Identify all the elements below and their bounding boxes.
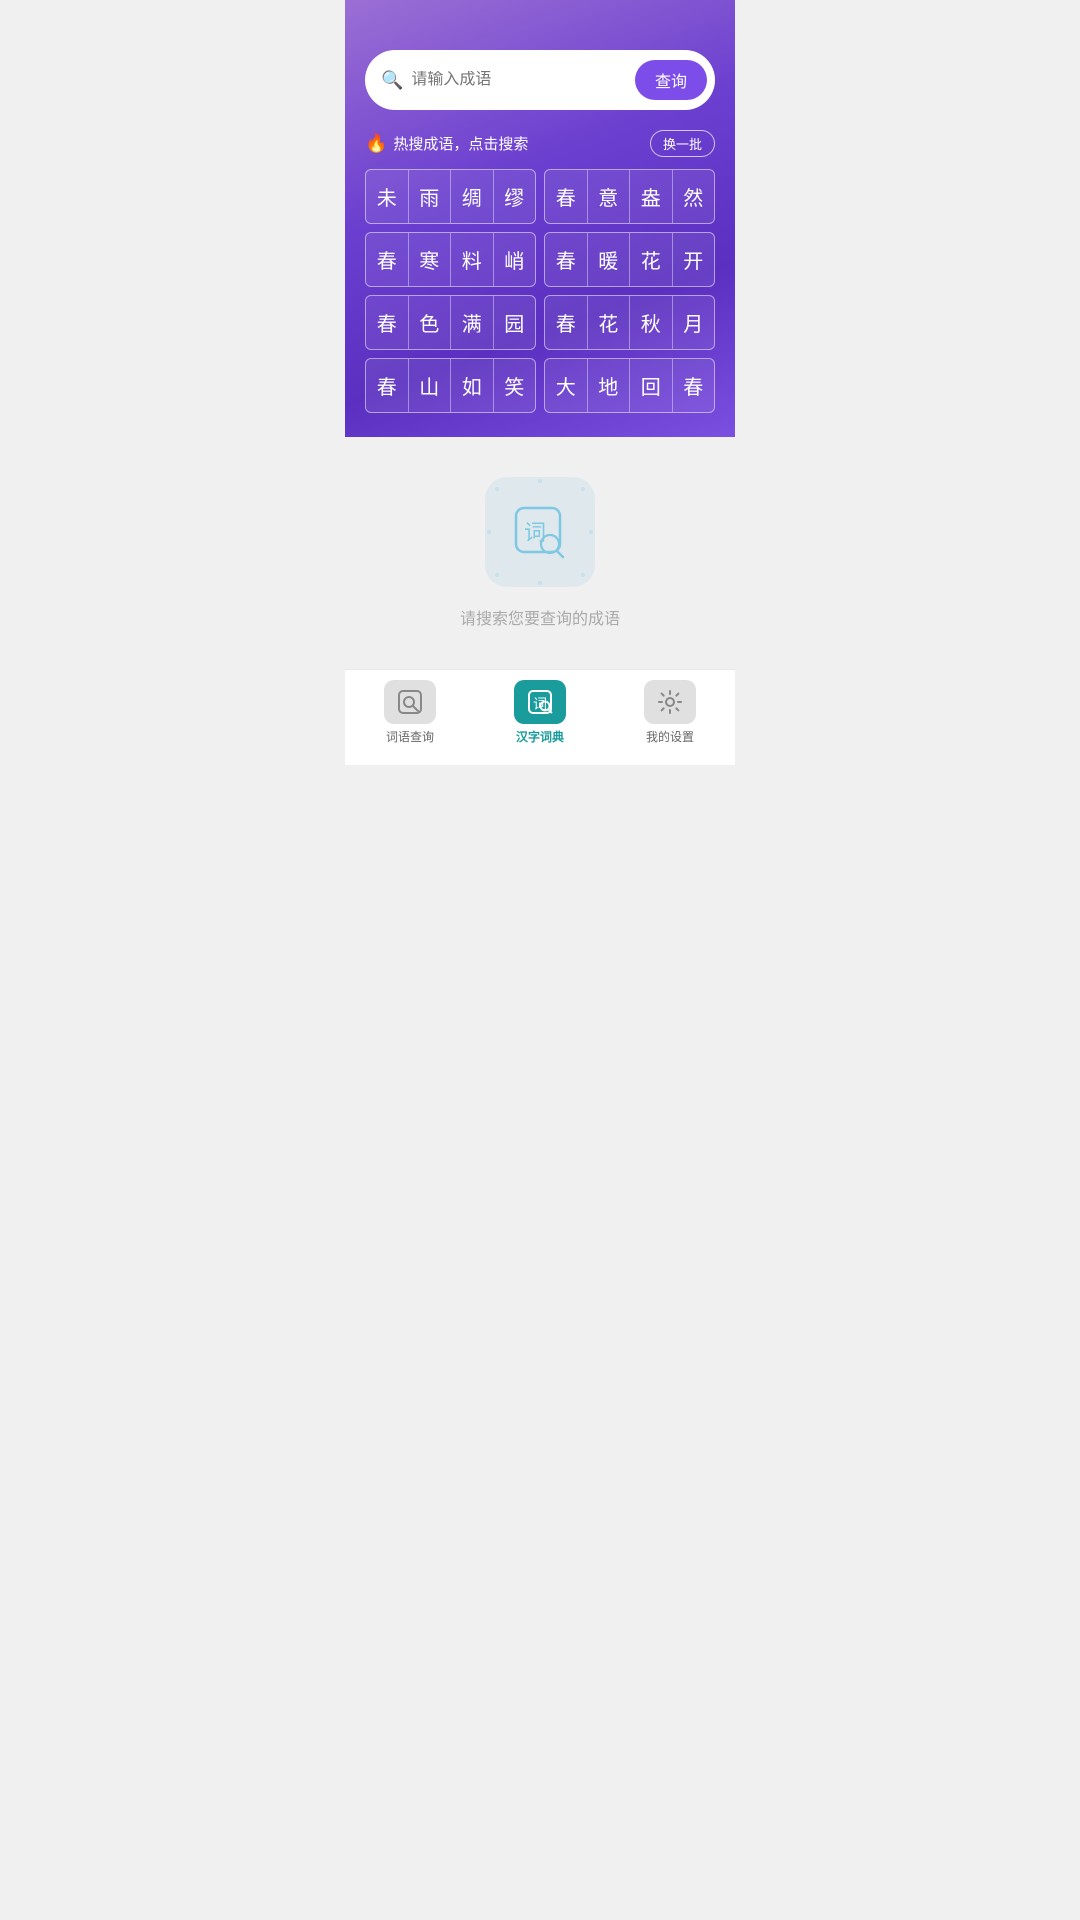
nav-label-hanzi-dict: 汉字词典: [516, 728, 564, 745]
idiom-char: 春: [545, 233, 588, 286]
idiom-char: 未: [366, 170, 409, 223]
idiom-char: 花: [630, 233, 673, 286]
nav-item-settings[interactable]: 我的设置: [605, 680, 735, 745]
idiom-char: 然: [673, 170, 715, 223]
idiom-char: 秋: [630, 296, 673, 349]
idiom-char: 如: [451, 359, 494, 412]
settings-icon: [656, 688, 684, 716]
idiom-card-3[interactable]: 春 暖 花 开: [544, 232, 715, 287]
header-area: 🔍 查询 🔥 热搜成语，点击搜索 换一批 未 雨 绸 缪 春 意 盎 然 春 寒: [345, 0, 735, 437]
search-icon: 🔍: [381, 70, 403, 91]
idiom-char: 回: [630, 359, 673, 412]
idiom-char: 春: [366, 296, 409, 349]
idiom-card-7[interactable]: 大 地 回 春: [544, 358, 715, 413]
idiom-grid: 未 雨 绸 缪 春 意 盎 然 春 寒 料 峭 春 暖 花 开 春 色: [365, 169, 715, 413]
nav-icon-settings: [644, 680, 696, 724]
idiom-card-1[interactable]: 春 意 盎 然: [544, 169, 715, 224]
bottom-nav: 词语查询 词 汉字词典 我的设置: [345, 669, 735, 765]
idiom-char: 暖: [588, 233, 631, 286]
idiom-char: 峭: [494, 233, 536, 286]
idiom-char: 春: [366, 359, 409, 412]
idiom-char: 山: [409, 359, 452, 412]
hot-search-title: 🔥 热搜成语，点击搜索: [365, 133, 528, 154]
empty-icon-wrap: 词: [485, 477, 595, 587]
nav-icon-word-query: [384, 680, 436, 724]
idiom-char: 春: [673, 359, 715, 412]
idiom-char: 开: [673, 233, 715, 286]
nav-label-settings: 我的设置: [646, 728, 694, 745]
idiom-char: 雨: [409, 170, 452, 223]
search-bar: 🔍 查询: [365, 50, 715, 110]
idiom-char: 满: [451, 296, 494, 349]
idiom-char: 大: [545, 359, 588, 412]
idiom-char: 盎: [630, 170, 673, 223]
hot-search-label: 热搜成语，点击搜索: [393, 133, 528, 154]
idiom-char: 月: [673, 296, 715, 349]
word-query-icon: [396, 688, 424, 716]
idiom-char: 绸: [451, 170, 494, 223]
nav-icon-hanzi-dict: 词: [514, 680, 566, 724]
idiom-char: 春: [545, 296, 588, 349]
idiom-card-2[interactable]: 春 寒 料 峭: [365, 232, 536, 287]
svg-text:词: 词: [524, 520, 546, 545]
hot-search-header: 🔥 热搜成语，点击搜索 换一批: [365, 130, 715, 157]
idiom-char: 园: [494, 296, 536, 349]
nav-label-word-query: 词语查询: [386, 728, 434, 745]
empty-state-text: 请搜索您要查询的成语: [460, 605, 620, 629]
idiom-card-5[interactable]: 春 花 秋 月: [544, 295, 715, 350]
idiom-char: 料: [451, 233, 494, 286]
idiom-char: 春: [366, 233, 409, 286]
idiom-card-6[interactable]: 春 山 如 笑: [365, 358, 536, 413]
refresh-button[interactable]: 换一批: [650, 130, 715, 157]
idiom-char: 意: [588, 170, 631, 223]
idiom-char: 春: [545, 170, 588, 223]
hanzi-dict-icon: 词: [526, 688, 554, 716]
nav-item-word-query[interactable]: 词语查询: [345, 680, 475, 745]
main-content: 词 请搜索您要查询的成语: [345, 437, 735, 669]
search-button[interactable]: 查询: [635, 60, 707, 100]
idiom-char: 地: [588, 359, 631, 412]
idiom-char: 花: [588, 296, 631, 349]
idiom-char: 笑: [494, 359, 536, 412]
idiom-char: 寒: [409, 233, 452, 286]
flame-icon: 🔥: [365, 133, 387, 154]
idiom-char: 缪: [494, 170, 536, 223]
nav-item-hanzi-dict[interactable]: 词 汉字词典: [475, 680, 605, 745]
idiom-card-4[interactable]: 春 色 满 园: [365, 295, 536, 350]
search-input[interactable]: [411, 71, 635, 89]
idiom-char: 色: [409, 296, 452, 349]
idiom-card-0[interactable]: 未 雨 绸 缪: [365, 169, 536, 224]
empty-search-icon: 词: [510, 502, 570, 562]
